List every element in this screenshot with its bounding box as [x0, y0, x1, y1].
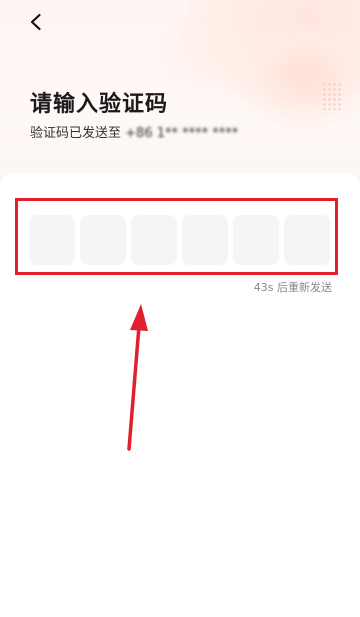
- resend-seconds: 43s: [253, 281, 274, 294]
- decorative-dot-grid: [322, 82, 342, 110]
- sent-to-label: 验证码已发送至: [30, 126, 122, 141]
- annotation-arrow-icon: [127, 304, 148, 451]
- resend-countdown: 43s 后重新发送: [228, 279, 332, 295]
- page-title: 请输入验证码: [30, 92, 169, 117]
- phone-number: +86 1** **** ****: [125, 126, 239, 141]
- back-button[interactable]: [24, 10, 48, 34]
- chevron-left-icon: [30, 13, 41, 31]
- decorative-blob: [230, 20, 360, 130]
- resend-label: 后重新发送: [277, 281, 332, 294]
- sent-to-text: 验证码已发送至 +86 1** **** ****: [30, 122, 238, 141]
- annotation-highlight-box: [15, 198, 338, 275]
